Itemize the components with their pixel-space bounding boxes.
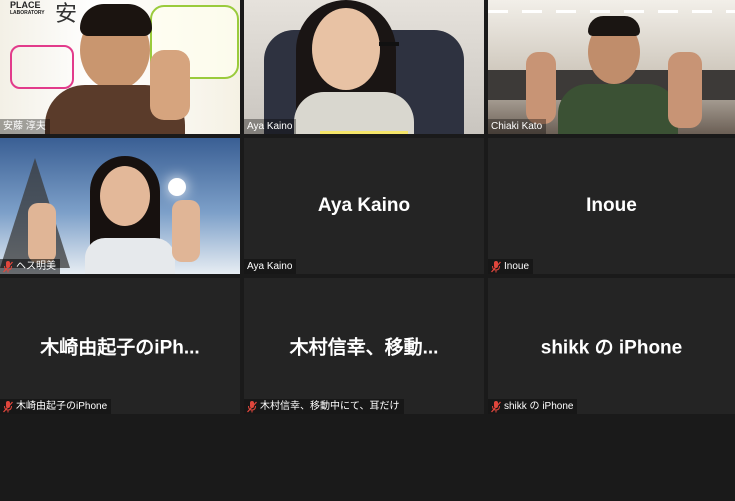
muted-mic-icon bbox=[3, 400, 13, 412]
peace-hand bbox=[150, 50, 190, 120]
office-ceiling-lights bbox=[488, 10, 735, 13]
name-tile-kizaki[interactable]: 木崎由起子のiPh... 木崎由起子のiPhone bbox=[0, 278, 240, 414]
peace-hand-left bbox=[526, 52, 556, 124]
participant-name-label: 木崎由起子のiPhone bbox=[0, 399, 112, 414]
video-tile-4[interactable]: ヘス明美 bbox=[0, 138, 240, 274]
participant-display-name: Aya Kaino bbox=[317, 195, 411, 216]
participant-name: ヘス明美 bbox=[16, 261, 56, 272]
participant-name: 安藤 淳夫 bbox=[3, 121, 46, 132]
participant-body bbox=[294, 92, 414, 134]
empty-gallery-area bbox=[0, 418, 735, 501]
whiteboard-logo: PLACE LABORATORY bbox=[10, 0, 45, 16]
peace-hand-left bbox=[28, 203, 56, 263]
participant-head bbox=[312, 8, 380, 90]
whiteboard-logo-line1: PLACE bbox=[10, 0, 41, 10]
active-speaker-indicator bbox=[320, 131, 408, 134]
muted-mic-icon bbox=[3, 260, 13, 272]
participant-display-name: shikk の iPhone bbox=[540, 337, 683, 359]
participant-name-label: Aya Kaino bbox=[244, 119, 297, 134]
participant-display-name: 木崎由起子のiPh... bbox=[40, 337, 200, 359]
participant-name: Chiaki Kato bbox=[491, 121, 543, 132]
name-tile-aya-kaino[interactable]: Aya Kaino Aya Kaino bbox=[244, 138, 484, 274]
participant-head bbox=[100, 166, 150, 226]
participant-name-label: Aya Kaino bbox=[244, 259, 297, 274]
participant-name-label: 木村信幸、移動中にて、耳だけ bbox=[244, 399, 404, 414]
muted-mic-icon bbox=[491, 260, 501, 272]
participant-name-label: Inoue bbox=[488, 259, 534, 274]
participant-name: shikk の iPhone bbox=[504, 401, 574, 412]
participant-hair bbox=[80, 4, 152, 36]
participant-name-label: 安藤 淳夫 bbox=[0, 119, 50, 134]
participant-name-label: shikk の iPhone bbox=[488, 399, 578, 414]
participant-name-label: Chiaki Kato bbox=[488, 119, 547, 134]
name-tile-kimura[interactable]: 木村信幸、移動... 木村信幸、移動中にて、耳だけ bbox=[244, 278, 484, 414]
name-tile-inoue[interactable]: Inoue Inoue bbox=[488, 138, 735, 274]
participant-name: Aya Kaino bbox=[247, 261, 293, 272]
participant-body bbox=[85, 238, 175, 274]
muted-mic-icon bbox=[247, 400, 257, 412]
whiteboard-drawing bbox=[10, 45, 74, 89]
muted-mic-icon bbox=[491, 400, 501, 412]
video-tile-2[interactable]: Aya Kaino bbox=[244, 0, 484, 134]
participant-name: Inoue bbox=[504, 261, 530, 272]
participant-name: Aya Kaino bbox=[247, 121, 293, 132]
participant-name: 木崎由起子のiPhone bbox=[16, 401, 108, 412]
participant-display-name: Inoue bbox=[586, 195, 637, 216]
headset-mic bbox=[379, 42, 399, 46]
participant-name-label: ヘス明美 bbox=[0, 259, 60, 274]
video-tile-1[interactable]: PLACE LABORATORY 安 安藤 淳夫 bbox=[0, 0, 240, 134]
peace-hand-right bbox=[172, 200, 200, 262]
participant-hair bbox=[588, 16, 640, 36]
name-tile-shikk[interactable]: shikk の iPhone shikk の iPhone bbox=[488, 278, 735, 414]
participant-body bbox=[558, 84, 678, 134]
video-tile-3[interactable]: Chiaki Kato bbox=[488, 0, 735, 134]
peace-hand-right bbox=[668, 52, 702, 128]
whiteboard-kanji: 安 bbox=[55, 2, 78, 27]
participant-display-name: 木村信幸、移動... bbox=[289, 337, 439, 359]
whiteboard-logo-line2: LABORATORY bbox=[10, 10, 45, 16]
sun bbox=[168, 178, 186, 196]
participant-name: 木村信幸、移動中にて、耳だけ bbox=[260, 401, 400, 412]
